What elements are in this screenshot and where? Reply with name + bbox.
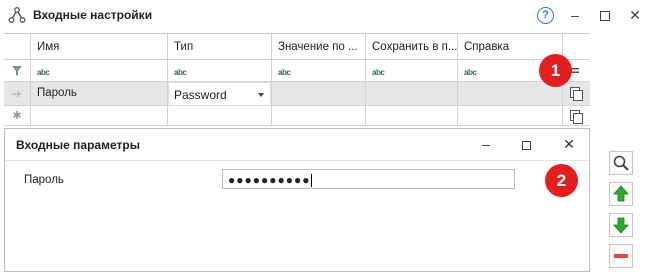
column-header-default[interactable]: Значение по ... xyxy=(272,34,366,60)
input-params-dialog: Входные параметры – ✕ Пароль ●●●●●●●●●● xyxy=(4,128,590,272)
new-cell-name[interactable] xyxy=(31,106,168,126)
move-up-button[interactable] xyxy=(609,182,633,206)
filter-cell-default[interactable]: abc xyxy=(272,60,366,82)
step-badge-1: 1 xyxy=(539,54,572,87)
new-cell-help[interactable] xyxy=(458,106,563,126)
cell-type[interactable]: Password xyxy=(168,82,272,106)
column-header-type[interactable]: Тип xyxy=(168,34,272,60)
window-title: Входные настройки xyxy=(33,8,153,22)
new-cell-save[interactable] xyxy=(366,106,458,126)
filter-funnel-icon[interactable] xyxy=(4,60,31,82)
table-row[interactable]: Пароль Password xyxy=(4,82,590,106)
close-button[interactable]: ✕ xyxy=(626,6,644,24)
text-filter-icon: abc xyxy=(372,68,385,77)
move-down-button[interactable] xyxy=(609,213,633,237)
password-value: ●●●●●●●●●● xyxy=(228,173,311,187)
filter-cell-save[interactable]: abc xyxy=(366,60,458,82)
cell-save[interactable] xyxy=(366,82,458,106)
copy-icon xyxy=(570,110,583,124)
cell-help[interactable] xyxy=(458,82,563,106)
dialog-maximize-button[interactable] xyxy=(517,135,535,153)
filter-cell-name[interactable]: abc xyxy=(31,60,168,82)
password-label: Пароль xyxy=(24,174,64,186)
text-filter-icon: abc xyxy=(278,68,291,77)
cell-default[interactable] xyxy=(272,82,366,106)
filter-row: abc abc abc abc abc xyxy=(4,60,590,82)
text-filter-icon: abc xyxy=(37,68,50,77)
settings-grid: Имя Тип Значение по ... Сохранить в п...… xyxy=(4,33,590,128)
app-branch-icon xyxy=(8,7,26,23)
minimize-button[interactable]: – xyxy=(566,6,584,24)
type-select-value: Password xyxy=(174,88,227,102)
column-header-save[interactable]: Сохранить в п... xyxy=(366,34,458,60)
arrow-up-icon xyxy=(613,185,629,202)
minus-icon xyxy=(614,254,628,258)
new-cell-default[interactable] xyxy=(272,106,366,126)
window-titlebar: Входные настройки ? – ✕ xyxy=(0,0,650,32)
arrow-down-icon xyxy=(613,217,629,234)
dialog-minimize-button[interactable]: – xyxy=(477,135,495,153)
new-row-star-icon: ✱ xyxy=(4,106,31,126)
text-filter-icon: abc xyxy=(464,68,477,77)
step-badge-2: 2 xyxy=(545,164,578,197)
search-button[interactable] xyxy=(609,151,633,175)
copy-icon xyxy=(570,87,583,101)
dialog-close-button[interactable]: ✕ xyxy=(560,135,578,153)
remove-button[interactable] xyxy=(609,244,633,268)
new-cell-type[interactable] xyxy=(168,106,272,126)
row-arrow-icon xyxy=(4,82,31,106)
new-row[interactable]: ✱ xyxy=(4,106,590,126)
text-cursor xyxy=(311,174,313,188)
grid-header: Имя Тип Значение по ... Сохранить в п...… xyxy=(4,34,590,60)
dialog-divider xyxy=(5,160,589,161)
cell-name[interactable]: Пароль xyxy=(31,82,168,106)
dialog-title: Входные параметры xyxy=(16,138,140,152)
copy-row-button[interactable] xyxy=(563,82,590,106)
text-filter-icon: abc xyxy=(174,68,187,77)
filter-cell-type[interactable]: abc xyxy=(168,60,272,82)
column-header-name[interactable]: Имя xyxy=(31,34,168,60)
header-indicator xyxy=(4,34,31,60)
copy-new-row-button[interactable] xyxy=(563,106,590,126)
maximize-button[interactable] xyxy=(596,6,614,24)
help-icon[interactable]: ? xyxy=(537,7,554,24)
type-select[interactable]: Password xyxy=(168,82,271,106)
search-icon xyxy=(613,155,629,171)
header-spacer xyxy=(563,34,590,60)
chevron-down-icon xyxy=(258,93,264,97)
password-input[interactable]: ●●●●●●●●●● xyxy=(222,169,515,189)
